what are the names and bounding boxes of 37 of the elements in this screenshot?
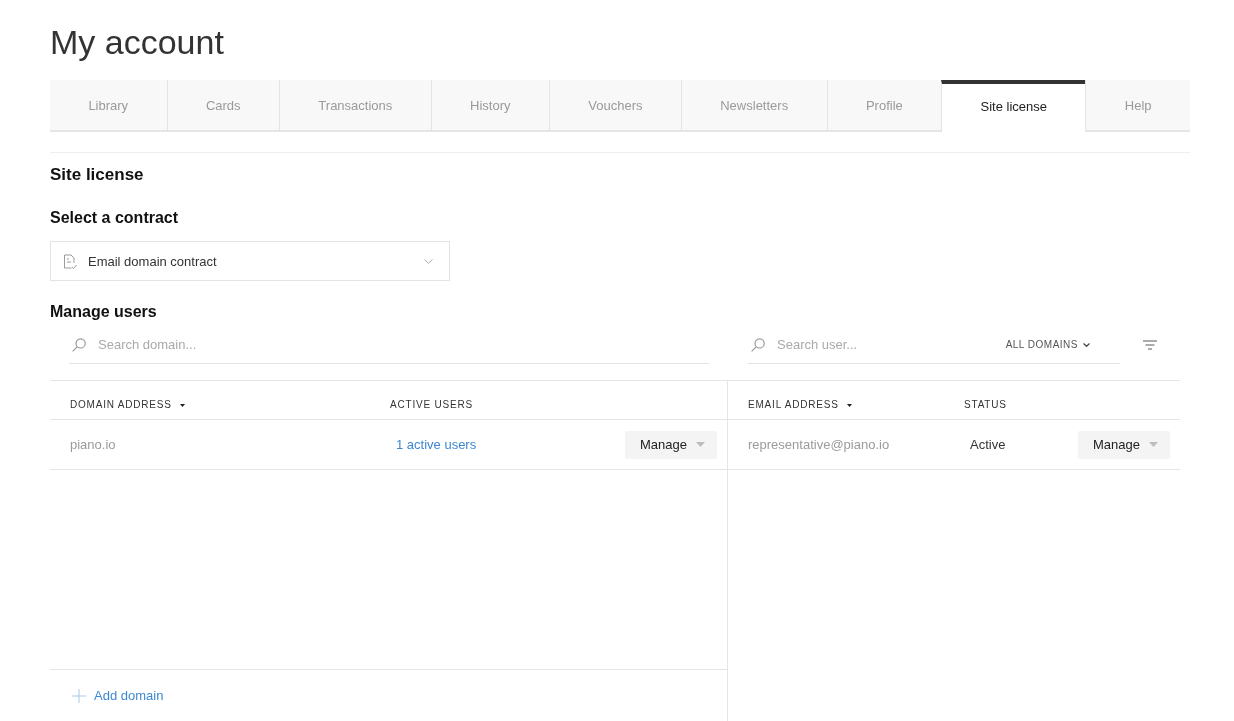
email-cell: representative@piano.io: [748, 437, 890, 452]
status-cell: Active: [970, 437, 1006, 452]
tab[interactable]: Cards: [166, 80, 279, 132]
manage-button[interactable]: Manage: [1078, 430, 1170, 459]
tab[interactable]: Site license: [941, 80, 1086, 132]
search-field[interactable]: Search user...: [777, 334, 994, 355]
page-title: My account: [50, 22, 224, 62]
search-field[interactable]: Search domain...: [98, 334, 697, 355]
filter-icon[interactable]: [1143, 340, 1157, 350]
column-header[interactable]: DOMAIN ADDRESS: [70, 399, 172, 411]
document-icon: [63, 253, 77, 269]
plus-icon: [72, 688, 86, 703]
caret-down-icon: [1149, 442, 1158, 447]
caret-down-icon: [696, 442, 705, 447]
tab[interactable]: Profile: [826, 80, 942, 132]
contract-select[interactable]: Email domain contract: [50, 241, 450, 281]
add-domain-button[interactable]: Add domain: [72, 688, 164, 703]
section-title: Site license: [50, 164, 144, 186]
active-users-link[interactable]: 1 active users: [396, 437, 477, 452]
field-label: Select a contract: [50, 208, 179, 228]
section-heading: Manage users: [50, 302, 157, 322]
tab[interactable]: Help: [1085, 80, 1190, 132]
tab[interactable]: Transactions: [278, 80, 431, 132]
column-header: ACTIVE USERS: [390, 399, 473, 411]
tab[interactable]: Library: [50, 80, 167, 132]
domain-filter-dropdown[interactable]: ALL DOMAINS: [1005, 339, 1090, 350]
tab[interactable]: Vouchers: [548, 80, 681, 132]
tab[interactable]: Newsletters: [680, 80, 827, 132]
domain-cell: piano.io: [70, 437, 116, 452]
chevron-down-icon: [1083, 342, 1090, 347]
column-header[interactable]: EMAIL ADDRESS: [748, 399, 839, 411]
chevron-down-icon: [424, 258, 433, 264]
tab[interactable]: History: [430, 80, 549, 132]
search-icon: [72, 337, 86, 352]
manage-button[interactable]: Manage: [625, 430, 717, 459]
column-header: STATUS: [964, 399, 1007, 411]
search-icon: [751, 337, 765, 352]
